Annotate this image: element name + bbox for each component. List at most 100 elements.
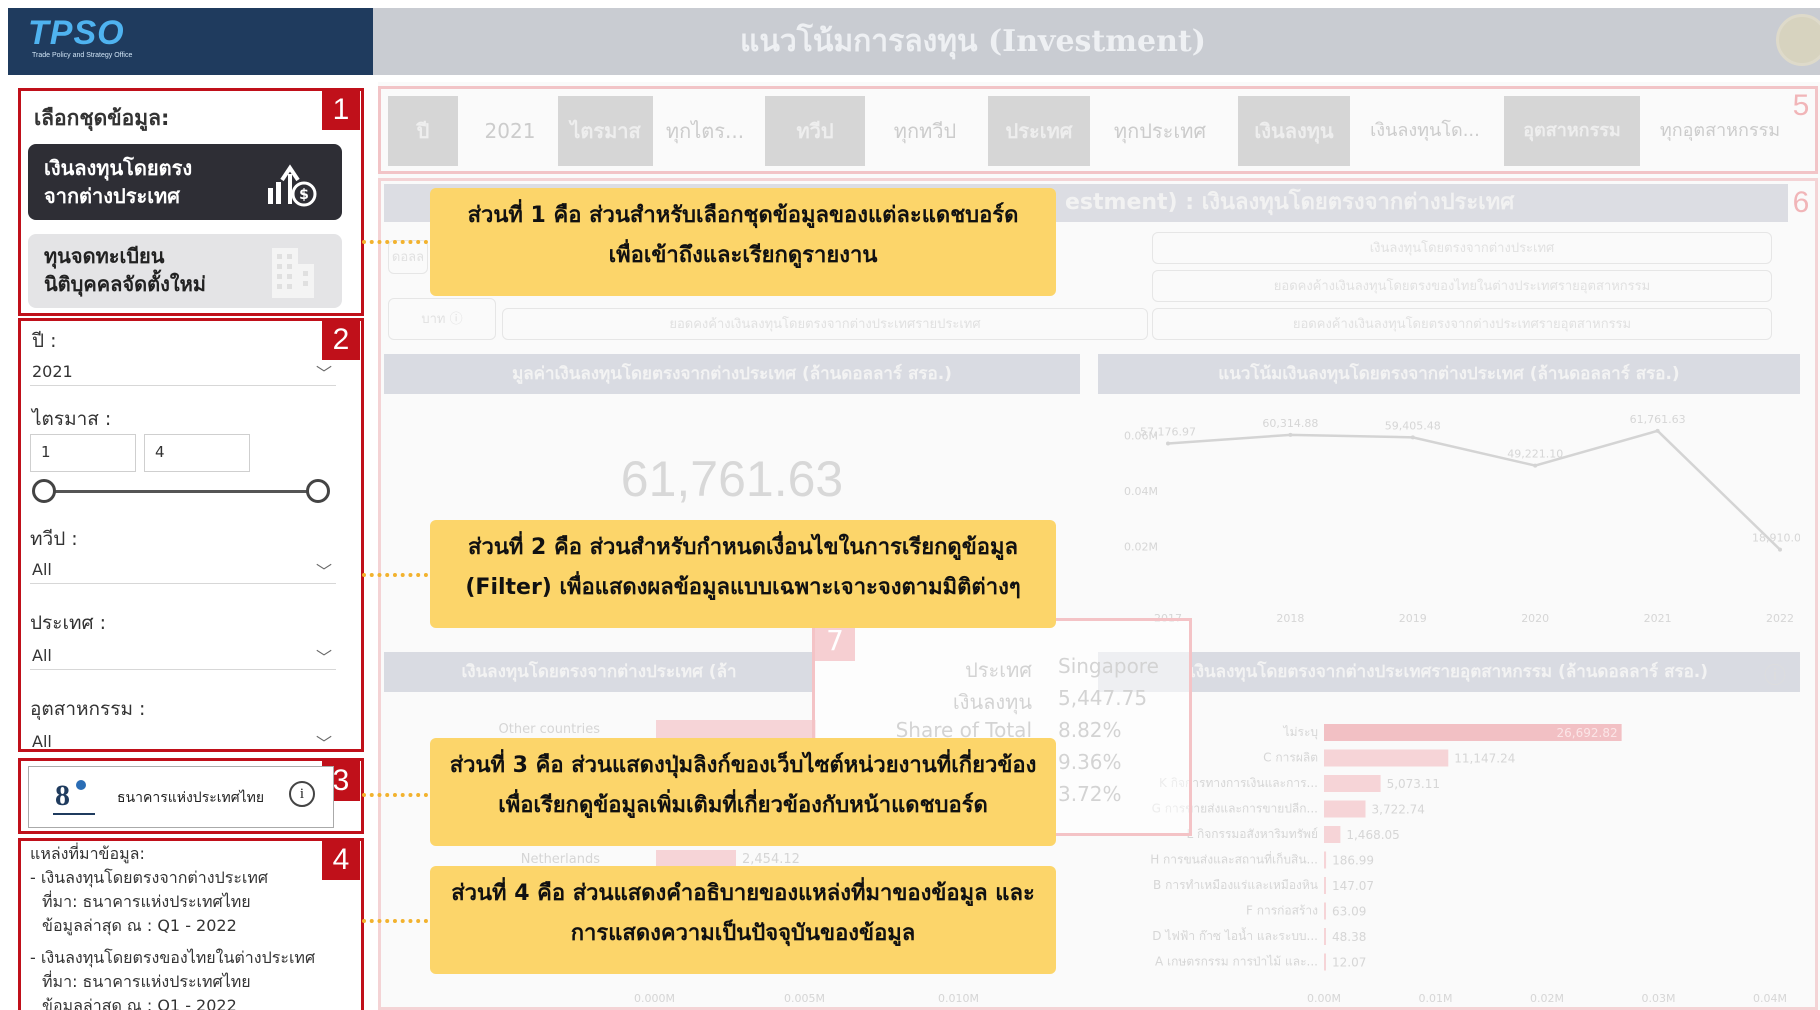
dataset-fdi-button[interactable]: เงินลงทุนโดยตรง จากต่างประเทศ $ (28, 144, 342, 220)
callout-3: ส่วนที่ 3 คือ ส่วนแสดงปุ่มลิงก์ของเว็บไซ… (430, 738, 1056, 846)
quarter-slider-track[interactable] (44, 490, 320, 493)
callout-2: ส่วนที่ 2 คือ ส่วนสำหรับกำหนดเงื่อนไขในก… (430, 520, 1056, 628)
industry-dropdown[interactable]: All ﹀ (30, 728, 336, 748)
section-badge-2: 2 (322, 320, 360, 360)
country-axis-2: 0.010M (938, 992, 979, 1005)
tpso-logo[interactable]: TPSO (28, 14, 125, 53)
country-title: เงินลงทุนโดยตรงจากต่างประเทศ (ล้า (384, 652, 814, 692)
quarter-from-input[interactable]: 1 (30, 434, 136, 472)
callout-4-connector (362, 919, 428, 923)
quarter-filter-label: ไตรมาส : (32, 408, 112, 430)
country-dropdown[interactable]: All ﹀ (30, 642, 336, 670)
industry-dropdown-value: All (32, 732, 52, 748)
chevron-down-icon: ﹀ (315, 364, 332, 383)
industry-value-label: 186.99 (1332, 854, 1374, 868)
country-axis-0: 0.000M (634, 992, 675, 1005)
slicer-year-value[interactable]: 2021 (460, 96, 560, 166)
continent-dropdown-value: All (32, 560, 52, 579)
industry-bar-chart: ไม่ระบุ 26,692.82C การผลิต 11,147.24K กิจก… (1150, 724, 1787, 1005)
trend-y-tick: 0.04M (1124, 485, 1158, 498)
industry-category-label: B การทำเหมืองแร่และเหมืองหิน (1153, 878, 1318, 892)
slicer-quarter-label: ไตรมาส (558, 96, 653, 166)
country-bar-nl-label: Netherlands (520, 852, 600, 867)
svg-text:$: $ (299, 187, 309, 203)
dataset-fdi-line1: เงินลงทุนโดยตรง (44, 156, 193, 180)
trend-x-tick: 2019 (1399, 612, 1427, 625)
slicer-country-label: ประเทศ (988, 96, 1090, 166)
unit-dollar-toggle[interactable]: ดอลล (388, 240, 428, 274)
continent-dropdown[interactable]: All ﹀ (30, 556, 336, 584)
slicer-investment-value[interactable]: เงินลงทุนโด... (1350, 96, 1500, 166)
year-filter-label: ปี : (32, 330, 57, 352)
trend-x-tick: 2022 (1766, 612, 1794, 625)
industry-bar (1324, 749, 1449, 767)
bot-logo-icon: 8 (53, 779, 95, 815)
page-title: แนวโน้มการลงทุน (Investment) (740, 24, 1206, 59)
callout-4-line1: ส่วนที่ 4 คือ ส่วนแสดงคำอธิบายของแหล่งที… (451, 881, 1035, 906)
trend-data-label: 59,405.48 (1385, 419, 1441, 432)
source-item1-title: - เงินลงทุนโดยตรงจากต่างประเทศ (30, 868, 269, 887)
callout-3-connector (362, 793, 428, 797)
unit-baht-toggle[interactable]: บาท ⓘ (388, 298, 496, 340)
pill-country[interactable]: ยอดคงค้างเงินลงทุนโดยตรงจากต่างประเทศราย… (502, 308, 1148, 340)
industry-axis-tick: 0.00M (1307, 992, 1341, 1005)
industry-bar (1324, 928, 1326, 945)
year-dropdown-value: 2021 (32, 362, 73, 381)
industry-value-label: 12.07 (1332, 956, 1366, 970)
slicer-continent-label: ทวีป (765, 96, 865, 166)
trend-point (1166, 441, 1170, 446)
tooltip-share-value: 8.82% (1058, 718, 1122, 742)
trend-data-label: 49,221.10 (1507, 448, 1563, 461)
pill-thai-outward[interactable]: ยอดคงค้างเงินลงทุนโดยตรงของไทยในต่างประเ… (1152, 270, 1772, 302)
slicer-quarter-value[interactable]: ทุกไตร... (655, 96, 755, 166)
chevron-down-icon: ﹀ (315, 734, 332, 748)
industry-bar (1324, 851, 1327, 869)
year-dropdown[interactable]: 2021 ﹀ (30, 358, 336, 386)
pill-fdi[interactable]: เงินลงทุนโดยตรงจากต่างประเทศ (1152, 232, 1772, 264)
country-bar-nl-value: 2,454.12 (742, 852, 800, 867)
dataset-capital-button[interactable]: ทุนจดทะเบียน นิติบุคคลจัดตั้งใหม่ (28, 234, 342, 308)
quarter-slider-min-handle[interactable] (32, 479, 56, 503)
trend-point (1778, 547, 1782, 552)
investment-growth-icon: $ (268, 164, 317, 207)
trend-point (1533, 463, 1538, 468)
source-item1-updated: ข้อมูลล่าสุด ณ : Q1 - 2022 (42, 916, 237, 935)
industry-bar (1324, 902, 1326, 920)
svg-text:8: 8 (55, 779, 70, 812)
pill-industry[interactable]: ยอดคงค้างเงินลงทุนโดยตรงจากต่างประเทศราย… (1152, 308, 1772, 340)
industry-category-label: ไม่ระบุ (1283, 725, 1318, 740)
quarter-to-input[interactable]: 4 (144, 434, 250, 472)
dataset-capital-line1: ทุนจดทะเบียน (44, 244, 165, 268)
kpi-title: มูลค่าเงินลงทุนโดยตรงจากต่างประเทศ (ล้าน… (384, 354, 1080, 394)
industry-value-label: 11,147.24 (1454, 752, 1515, 766)
dataset-fdi-line2: จากต่างประเทศ (44, 184, 180, 208)
industry-category-label: D ไฟฟ้า ก๊าซ ไอน้ำ และระบบ... (1152, 927, 1318, 943)
industry-title: เงินลงทุนโดยตรงจากต่างประเทศรายอุตสาหกรร… (1098, 652, 1800, 692)
slicer-year-label: ปี (388, 96, 458, 166)
slicer-country-value[interactable]: ทุกประเทศ (1090, 96, 1230, 166)
source-heading: แหล่งที่มาข้อมูล: (30, 844, 145, 863)
industry-value-label: 3,722.74 (1372, 803, 1425, 817)
callout-4-line2: การแสดงความเป็นปัจจุบันของข้อมูล (570, 921, 916, 946)
industry-bar (1324, 826, 1341, 843)
tooltip-extra-1: 9.36% (1058, 750, 1122, 774)
slicer-continent-value[interactable]: ทุกทวีป (865, 96, 985, 166)
country-bar-other[interactable] (656, 720, 816, 738)
source-item2-updated: ข้อมูลล่าสุด ณ : Q1 - 2022 (42, 996, 237, 1010)
callout-2-line1: ส่วนที่ 2 คือ ส่วนสำหรับกำหนดเงื่อนไขในก… (468, 535, 1018, 560)
industry-bar (1324, 800, 1366, 818)
callout-4: ส่วนที่ 4 คือ ส่วนแสดงคำอธิบายของแหล่งที… (430, 866, 1056, 974)
tooltip-country-value: Singapore (1058, 654, 1159, 678)
industry-info-icon[interactable]: ⓘ (1764, 658, 1786, 690)
info-icon[interactable]: i (289, 781, 315, 807)
industry-category-label: H การขนส่งและสถานที่เก็บสิน... (1150, 851, 1318, 867)
industry-value-label: 1,468.05 (1346, 828, 1399, 842)
continent-filter-label: ทวีป : (30, 528, 78, 550)
trend-data-label: 18,910.08 (1752, 532, 1800, 545)
slicer-industry-label: อุตสาหกรรม (1504, 96, 1640, 166)
bot-link-button[interactable]: 8 ธนาคารแห่งประเทศไทย i (28, 766, 334, 828)
slicer-industry-value[interactable]: ทุกอุตสาหกรรม (1645, 96, 1795, 166)
quarter-slider-max-handle[interactable] (306, 479, 330, 503)
callout-1: ส่วนที่ 1 คือ ส่วนสำหรับเลือกชุดข้อมูลขอ… (430, 188, 1056, 296)
callout-1-connector (362, 240, 428, 244)
